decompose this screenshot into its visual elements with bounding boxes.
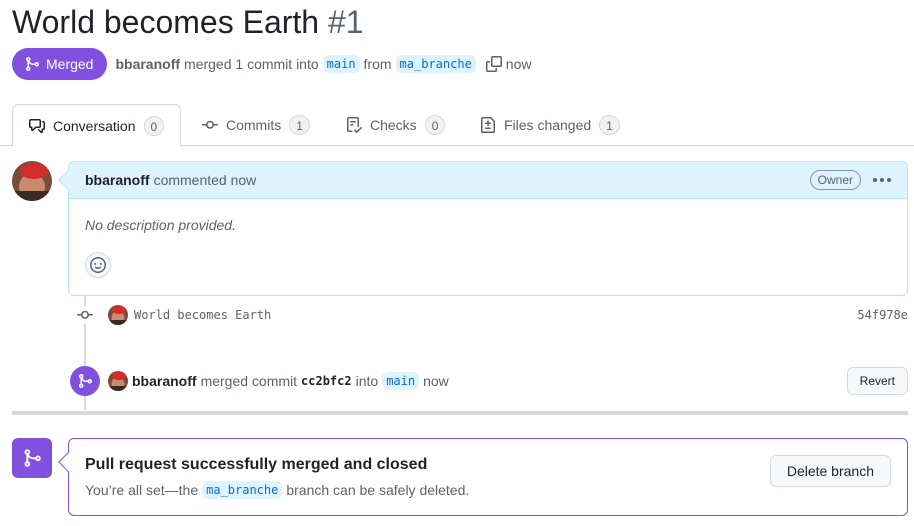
status-pointer (58, 452, 78, 472)
merge-commit-sha-link[interactable]: cc2bfc2 (301, 374, 352, 388)
pr-meta: Merged bbaranoff merged 1 commit into ma… (12, 48, 531, 80)
merge-summary: merged 1 commit into (184, 56, 319, 72)
tab-conversation[interactable]: Conversation 0 (12, 104, 182, 147)
merge-status-description: You’re all set—the ma_branche branch can… (85, 481, 469, 499)
merged-state-label: Merged (46, 56, 94, 72)
base-branch[interactable]: main (322, 55, 360, 73)
copy-icon[interactable] (485, 56, 502, 72)
tab-commits-count: 1 (289, 115, 310, 135)
kebab-menu-icon[interactable] (873, 178, 891, 182)
merge-event: bbaranoff merged commit cc2bfc2 into mai… (70, 365, 908, 397)
git-merge-icon (26, 57, 40, 71)
comment-action: commented now (153, 172, 257, 188)
merged-state-badge: Merged (12, 48, 108, 80)
pr-title: World becomes Earth #1 (12, 2, 364, 42)
comment-body: No description provided. (85, 217, 236, 233)
tab-checks[interactable]: Checks 0 (330, 104, 461, 146)
checklist-icon (347, 117, 362, 133)
commit-sha-link[interactable]: 54f978e (857, 308, 908, 322)
delete-branch-button[interactable]: Delete branch (769, 455, 891, 487)
status-desc-after: branch can be safely deleted. (286, 482, 470, 498)
revert-button[interactable]: Revert (846, 367, 908, 395)
git-commit-icon (76, 306, 94, 324)
status-desc-before: You’re all set—the (85, 482, 199, 498)
tab-commits-label: Commits (226, 117, 282, 133)
tab-files-changed[interactable]: Files changed 1 (464, 104, 636, 146)
merged-status-icon (12, 438, 52, 478)
pr-author-link[interactable]: bbaranoff (115, 56, 180, 72)
git-commit-icon (202, 120, 218, 129)
deletable-branch[interactable]: ma_branche (202, 481, 283, 499)
add-reaction-button[interactable] (85, 252, 111, 278)
commit-item: World becomes Earth 54f978e (76, 303, 908, 327)
from-text: from (363, 56, 392, 72)
tab-files-changed-count: 1 (599, 115, 620, 135)
pr-description-comment: bbaranoff commented now Owner No descrip… (58, 161, 908, 296)
tab-files-changed-label: Files changed (504, 117, 592, 133)
comment-author-link[interactable]: bbaranoff (85, 172, 150, 188)
tab-commits[interactable]: Commits 1 (186, 104, 326, 146)
comment-discussion-icon (29, 118, 45, 133)
pr-title-text: World becomes Earth (12, 4, 320, 40)
merge-target-branch[interactable]: main (382, 372, 420, 390)
merger-avatar[interactable] (108, 371, 128, 391)
git-merge-icon (24, 449, 41, 467)
merge-event-text: merged commit (200, 373, 298, 389)
owner-label: Owner (809, 170, 861, 190)
smiley-icon (90, 257, 106, 273)
head-branch[interactable]: ma_branche (395, 55, 476, 73)
merge-event-time: now (423, 373, 449, 389)
git-merge-icon (70, 366, 100, 396)
merge-status-box: Pull request successfully merged and clo… (58, 438, 908, 516)
comment-header: bbaranoff commented now Owner (69, 162, 907, 199)
timeline-divider (12, 411, 908, 415)
commit-message-link[interactable]: World becomes Earth (134, 308, 271, 322)
tab-conversation-count: 0 (143, 115, 165, 136)
merge-status-title: Pull request successfully merged and clo… (85, 456, 428, 473)
author-avatar[interactable] (12, 161, 52, 201)
pr-tabs: Conversation 0 Commits 1 Checks 0 Files … (0, 104, 914, 147)
pr-number: #1 (327, 4, 364, 40)
tab-checks-label: Checks (370, 117, 417, 133)
pr-time: now (505, 56, 532, 72)
file-diff-icon (481, 117, 495, 133)
tab-checks-count: 0 (424, 115, 446, 135)
commit-author-avatar[interactable] (108, 305, 128, 325)
merge-into-text: into (355, 373, 379, 389)
tab-conversation-label: Conversation (53, 117, 136, 134)
merger-link[interactable]: bbaranoff (132, 373, 197, 389)
